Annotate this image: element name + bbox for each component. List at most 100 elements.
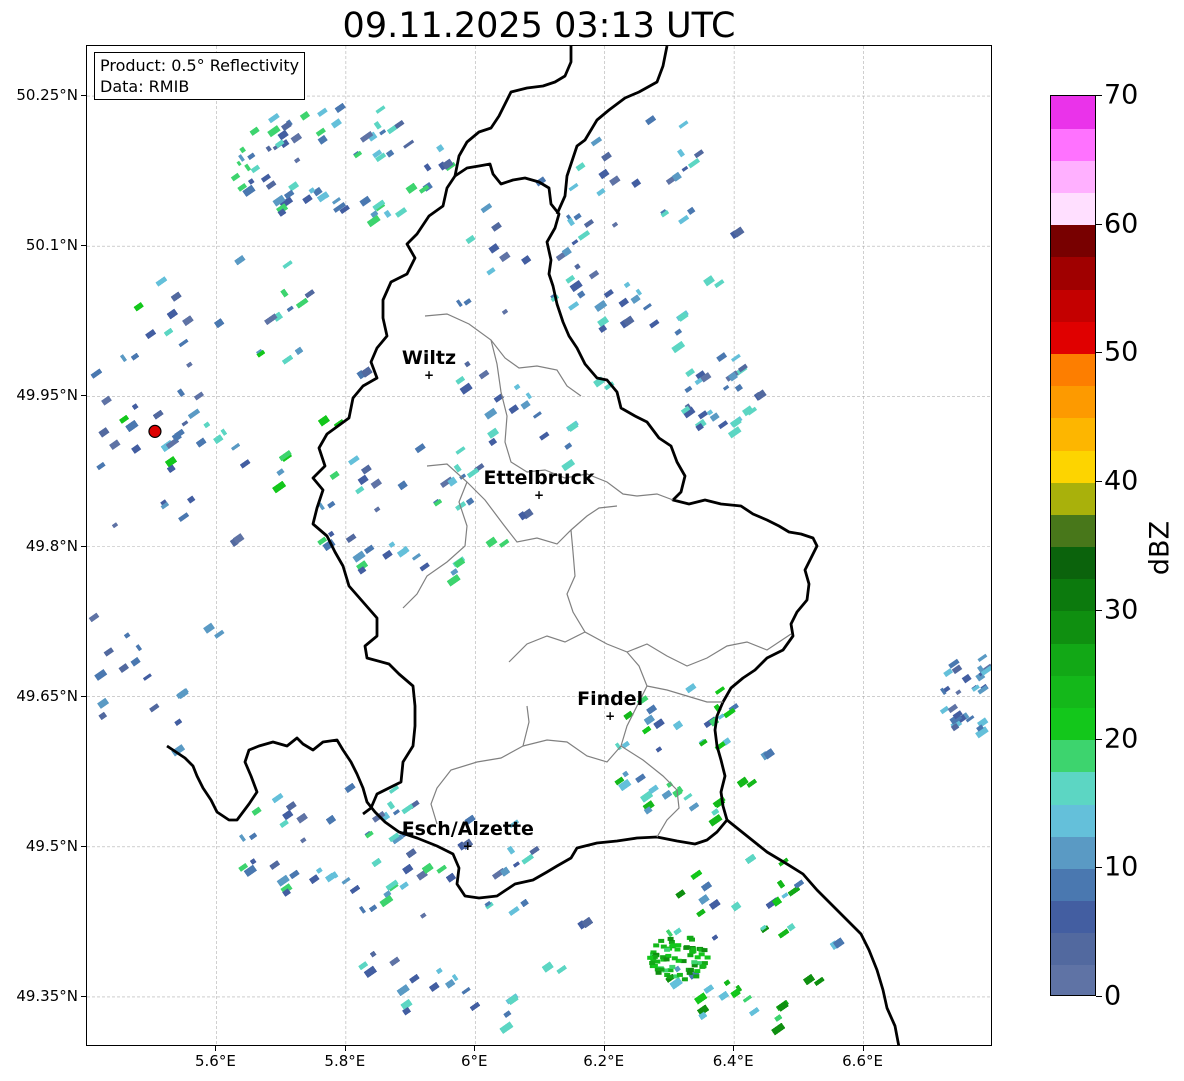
echo-cell — [601, 151, 612, 162]
echo-cell — [653, 718, 665, 729]
echo-cell — [455, 376, 466, 385]
echo-cell — [265, 145, 272, 152]
echo-cell — [423, 163, 432, 172]
latitude-tick — [81, 995, 86, 997]
echo-cell — [214, 318, 225, 328]
echo-cell — [370, 950, 377, 958]
borders — [166, 46, 901, 1045]
echo-cell — [488, 437, 498, 447]
echo-cell — [294, 157, 301, 164]
echo-cell — [939, 705, 950, 715]
colorbar-tick — [1096, 95, 1102, 96]
echo-cell — [395, 207, 408, 218]
echo-cell — [598, 324, 608, 333]
echo-cell — [501, 308, 509, 315]
echo-cell — [465, 235, 476, 244]
echo-cell — [178, 338, 189, 348]
map-canvas — [87, 46, 991, 1045]
echo-cell — [250, 858, 257, 865]
radar-site-dot[interactable] — [148, 424, 162, 438]
echo-cell — [286, 801, 297, 811]
echo-cell — [352, 550, 366, 563]
echo-cell — [701, 881, 712, 892]
colorbar-segment — [1051, 224, 1095, 258]
echo-cell — [109, 439, 121, 450]
echo-cell — [355, 486, 365, 495]
echo-cell — [250, 164, 261, 174]
colorbar-segment — [1051, 385, 1095, 419]
echo-cell — [97, 697, 109, 709]
colorbar-segment — [1051, 514, 1095, 548]
echo-cell — [708, 814, 723, 827]
echo-cell — [244, 163, 252, 172]
echo-cell — [332, 197, 341, 205]
colorbar-segment — [1051, 160, 1095, 194]
echo-cell — [119, 415, 129, 424]
echo-cell — [178, 512, 190, 522]
echo-cell — [315, 127, 326, 137]
colorbar-segment — [1051, 321, 1095, 355]
echo-cell — [459, 382, 473, 395]
echo-cell — [164, 328, 174, 337]
echo-cell — [364, 544, 375, 554]
echo-cell — [711, 808, 720, 816]
echo-cell — [103, 647, 114, 657]
echo-cell — [239, 834, 246, 842]
echo-cell — [316, 867, 323, 874]
echo-cell — [445, 979, 456, 989]
latitude-tick — [81, 95, 86, 97]
echo-cell — [672, 720, 683, 731]
colorbar-tick-label: 30 — [1104, 594, 1139, 626]
echo-core-cell — [669, 964, 676, 969]
echo-cell — [577, 230, 591, 241]
echo-cell — [715, 686, 725, 695]
colorbar-segment — [1051, 739, 1095, 773]
echo-cell — [234, 255, 246, 266]
colorbar-segment — [1051, 900, 1095, 934]
echo-cell — [706, 409, 714, 416]
echo-cell — [363, 965, 377, 978]
echo-cell — [187, 495, 196, 504]
echo-cell — [564, 442, 573, 450]
echo-cell — [513, 861, 520, 868]
echo-cell — [240, 459, 251, 469]
echo-cell — [399, 881, 409, 890]
echo-cell — [731, 353, 741, 363]
echo-cell — [787, 923, 796, 932]
radar-site-marker[interactable] — [148, 424, 162, 438]
city-marker: + — [423, 368, 435, 383]
echo-core-cell — [649, 961, 656, 965]
echo-cell — [778, 928, 790, 939]
echo-cell — [709, 899, 721, 910]
colorbar-tick — [1096, 867, 1102, 869]
colorbar-tick — [1096, 738, 1102, 740]
radar-map[interactable] — [86, 45, 992, 1046]
echo-core-cell — [700, 964, 707, 969]
echo-cell — [977, 717, 989, 728]
echo-cell — [698, 894, 710, 905]
echo-cell — [955, 689, 962, 696]
colorbar-segment — [1051, 836, 1095, 869]
echo-cell — [598, 168, 610, 180]
latitude-label: 50.1°N — [25, 236, 78, 255]
echo-cell — [133, 302, 144, 312]
longitude-tick — [733, 1046, 735, 1051]
echo-cell — [406, 848, 417, 859]
echo-cell — [696, 908, 706, 918]
colorbar-segment — [1051, 803, 1095, 837]
echo-cell — [452, 974, 459, 982]
echo-cell — [344, 782, 356, 793]
echo-cell — [681, 165, 689, 172]
echo-core-cell — [666, 974, 673, 979]
echo-cell — [300, 837, 307, 844]
echo-cell — [684, 385, 693, 394]
city-label: Esch/Alzette — [401, 817, 534, 840]
echo-cell — [214, 629, 225, 639]
echo-cell — [382, 549, 393, 560]
echo-cell — [120, 354, 127, 362]
echo-cell — [131, 444, 142, 454]
echo-cell — [749, 1007, 760, 1017]
echo-cell — [774, 1014, 783, 1022]
echo-cell — [642, 726, 652, 735]
city-marker: + — [605, 708, 616, 723]
